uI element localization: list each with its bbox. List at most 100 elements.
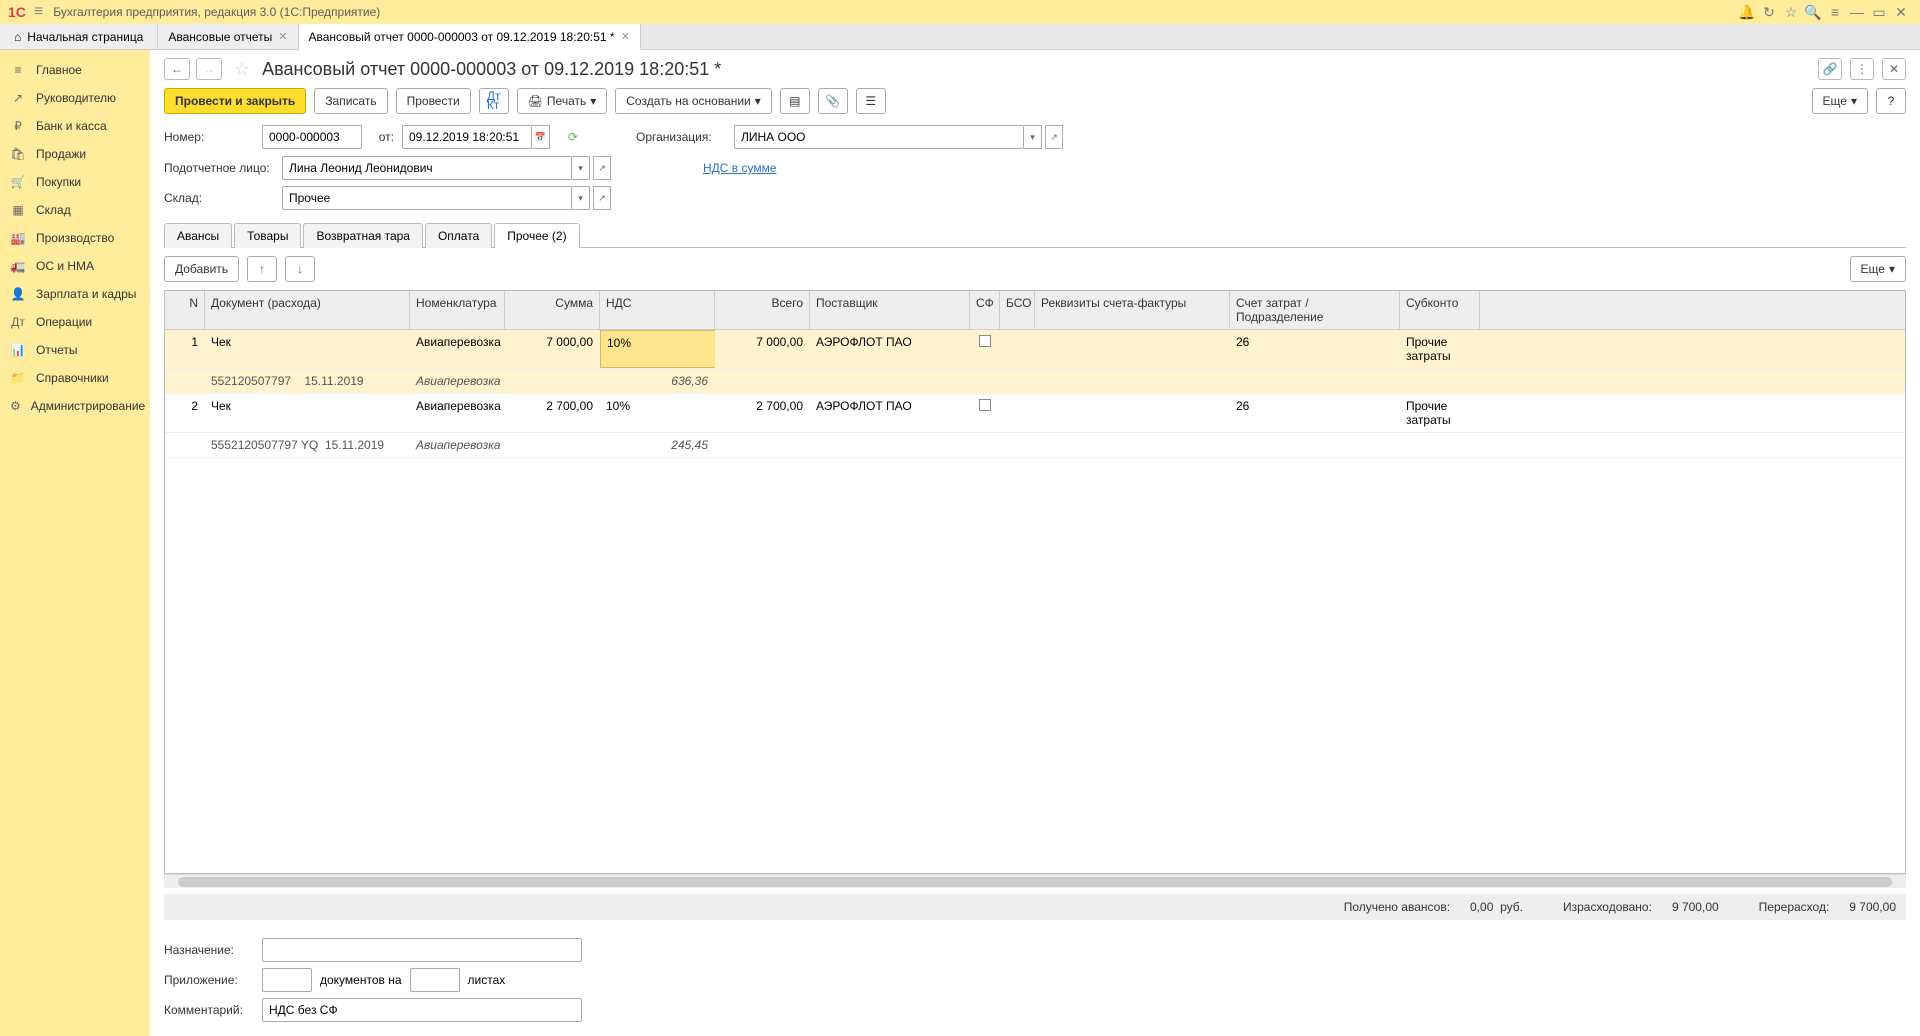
grid-subrow[interactable]: 552120507797 15.11.2019 Авиаперевозка 63… (165, 369, 1905, 394)
calendar-icon[interactable]: 📅 (532, 125, 550, 149)
nds-cell-active[interactable]: 10% (600, 330, 715, 368)
create-based-button[interactable]: Создать на основании▾ (615, 88, 772, 114)
sidebar-item-production[interactable]: 🏭Производство (0, 224, 150, 252)
col-doc[interactable]: Документ (расхода) (205, 291, 410, 329)
horizontal-scrollbar[interactable] (164, 874, 1906, 888)
help-button[interactable]: ? (1876, 88, 1906, 114)
settings-icon[interactable]: ≡ (1824, 4, 1846, 20)
warehouse-input[interactable] (282, 186, 572, 210)
scrollbar-thumb[interactable] (178, 877, 1892, 887)
sidebar-label: Зарплата и кадры (36, 287, 136, 301)
tab-reports[interactable]: Авансовые отчеты ✕ (158, 24, 298, 49)
sidebar-item-catalogs[interactable]: 📁Справочники (0, 364, 150, 392)
sidebar-item-main[interactable]: ≡Главное (0, 56, 150, 84)
col-sup[interactable]: Поставщик (810, 291, 970, 329)
bell-icon[interactable]: 🔔 (1736, 4, 1758, 21)
appendix-docs-input[interactable] (262, 968, 312, 992)
link-icon[interactable]: 🔗 (1818, 58, 1842, 80)
comment-input[interactable] (262, 998, 582, 1022)
purpose-input[interactable] (262, 938, 582, 962)
grid-row[interactable]: 1 Чек Авиаперевозка 7 000,00 10% 7 000,0… (165, 330, 1905, 369)
sidebar-icon: 🛒 (10, 175, 26, 189)
tab-home[interactable]: ⌂ Начальная страница (0, 24, 158, 49)
tab-returns[interactable]: Возвратная тара (303, 223, 423, 248)
sidebar-item-sales[interactable]: 🛍Продажи (0, 140, 150, 168)
attach-button[interactable]: 📎 (818, 88, 848, 114)
sf-checkbox[interactable] (979, 399, 991, 411)
sidebar-item-bank[interactable]: ₽Банк и касса (0, 112, 150, 140)
refresh-date-button[interactable]: ⟳ (558, 124, 588, 150)
col-bso[interactable]: БСО (1000, 291, 1035, 329)
favorite-icon[interactable]: ☆ (234, 59, 250, 80)
tab-close-icon[interactable]: ✕ (278, 30, 287, 43)
open-ref-icon[interactable]: ↗ (593, 156, 611, 180)
move-down-button[interactable]: ↓ (285, 256, 315, 282)
open-ref-icon[interactable]: ↗ (1045, 125, 1063, 149)
grid-row[interactable]: 2 Чек Авиаперевозка 2 700,00 10% 2 700,0… (165, 394, 1905, 433)
from-label: от: (370, 130, 394, 144)
dtkt-button[interactable]: ДтКт (479, 88, 509, 114)
tab-payment[interactable]: Оплата (425, 223, 492, 248)
back-button[interactable]: ← (164, 58, 190, 80)
menu-icon[interactable]: ≡ (34, 3, 43, 21)
structure-button[interactable]: ▤ (780, 88, 810, 114)
tab-close-icon[interactable]: ✕ (621, 30, 630, 43)
grid[interactable]: N Документ (расхода) Номенклатура Сумма … (164, 290, 1906, 874)
forward-button[interactable]: → (196, 58, 222, 80)
more-button[interactable]: Еще▾ (1812, 88, 1868, 114)
sidebar-icon: Дт (10, 315, 26, 329)
col-sf[interactable]: СФ (970, 291, 1000, 329)
col-nds[interactable]: НДС (600, 291, 715, 329)
sidebar-item-salary[interactable]: 👤Зарплата и кадры (0, 280, 150, 308)
col-sum[interactable]: Сумма (505, 291, 600, 329)
print-button[interactable]: 🖨Печать▾ (517, 88, 608, 114)
adv-label: Получено авансов: (1344, 900, 1450, 914)
col-sub[interactable]: Субконто (1400, 291, 1480, 329)
nds-link[interactable]: НДС в сумме (703, 161, 777, 175)
sidebar-item-purchases[interactable]: 🛒Покупки (0, 168, 150, 196)
dropdown-icon[interactable]: ▾ (572, 156, 590, 180)
open-ref-icon[interactable]: ↗ (593, 186, 611, 210)
sidebar-item-assets[interactable]: 🚛ОС и НМА (0, 252, 150, 280)
tab-document[interactable]: Авансовый отчет 0000-000003 от 09.12.201… (299, 24, 641, 50)
dropdown-icon[interactable]: ▾ (572, 186, 590, 210)
sidebar-item-operations[interactable]: ДтОперации (0, 308, 150, 336)
appendix-sheets-input[interactable] (410, 968, 460, 992)
col-tot[interactable]: Всего (715, 291, 810, 329)
number-input[interactable] (262, 125, 362, 149)
date-input[interactable] (402, 125, 532, 149)
add-row-button[interactable]: Добавить (164, 256, 239, 282)
sidebar-item-warehouse[interactable]: ▦Склад (0, 196, 150, 224)
grid-more-button[interactable]: Еще▾ (1850, 256, 1906, 282)
more-vert-icon[interactable]: ⋮ (1850, 58, 1874, 80)
tab-advances[interactable]: Авансы (164, 223, 232, 248)
sidebar-item-manager[interactable]: ↗Руководителю (0, 84, 150, 112)
org-input[interactable] (734, 125, 1024, 149)
post-close-button[interactable]: Провести и закрыть (164, 88, 306, 114)
minimize-icon[interactable]: — (1846, 4, 1868, 20)
star-icon[interactable]: ☆ (1780, 4, 1802, 21)
maximize-icon[interactable]: ▭ (1868, 4, 1890, 21)
sf-checkbox[interactable] (979, 335, 991, 347)
close-doc-icon[interactable]: ✕ (1882, 58, 1906, 80)
sidebar-item-admin[interactable]: ⚙Администрирование (0, 392, 150, 420)
col-n[interactable]: N (165, 291, 205, 329)
toolbar: Провести и закрыть Записать Провести ДтК… (164, 88, 1906, 114)
save-button[interactable]: Записать (314, 88, 387, 114)
tab-goods[interactable]: Товары (234, 223, 301, 248)
history-icon[interactable]: ↻ (1758, 4, 1780, 21)
sidebar-item-reports[interactable]: 📊Отчеты (0, 336, 150, 364)
person-input[interactable] (282, 156, 572, 180)
move-up-button[interactable]: ↑ (247, 256, 277, 282)
tab-other[interactable]: Прочее (2) (494, 223, 579, 248)
dropdown-icon[interactable]: ▾ (1024, 125, 1042, 149)
grid-subrow[interactable]: 5552120507797 YQ 15.11.2019 Авиаперевозк… (165, 433, 1905, 458)
search-icon[interactable]: 🔍 (1802, 4, 1824, 21)
post-button[interactable]: Провести (396, 88, 471, 114)
col-acc[interactable]: Счет затрат / Подразделение (1230, 291, 1400, 329)
list-button[interactable]: ☰ (856, 88, 886, 114)
close-icon[interactable]: ✕ (1890, 4, 1912, 21)
col-nom[interactable]: Номенклатура (410, 291, 505, 329)
grid-header: N Документ (расхода) Номенклатура Сумма … (165, 291, 1905, 330)
col-req[interactable]: Реквизиты счета-фактуры (1035, 291, 1230, 329)
